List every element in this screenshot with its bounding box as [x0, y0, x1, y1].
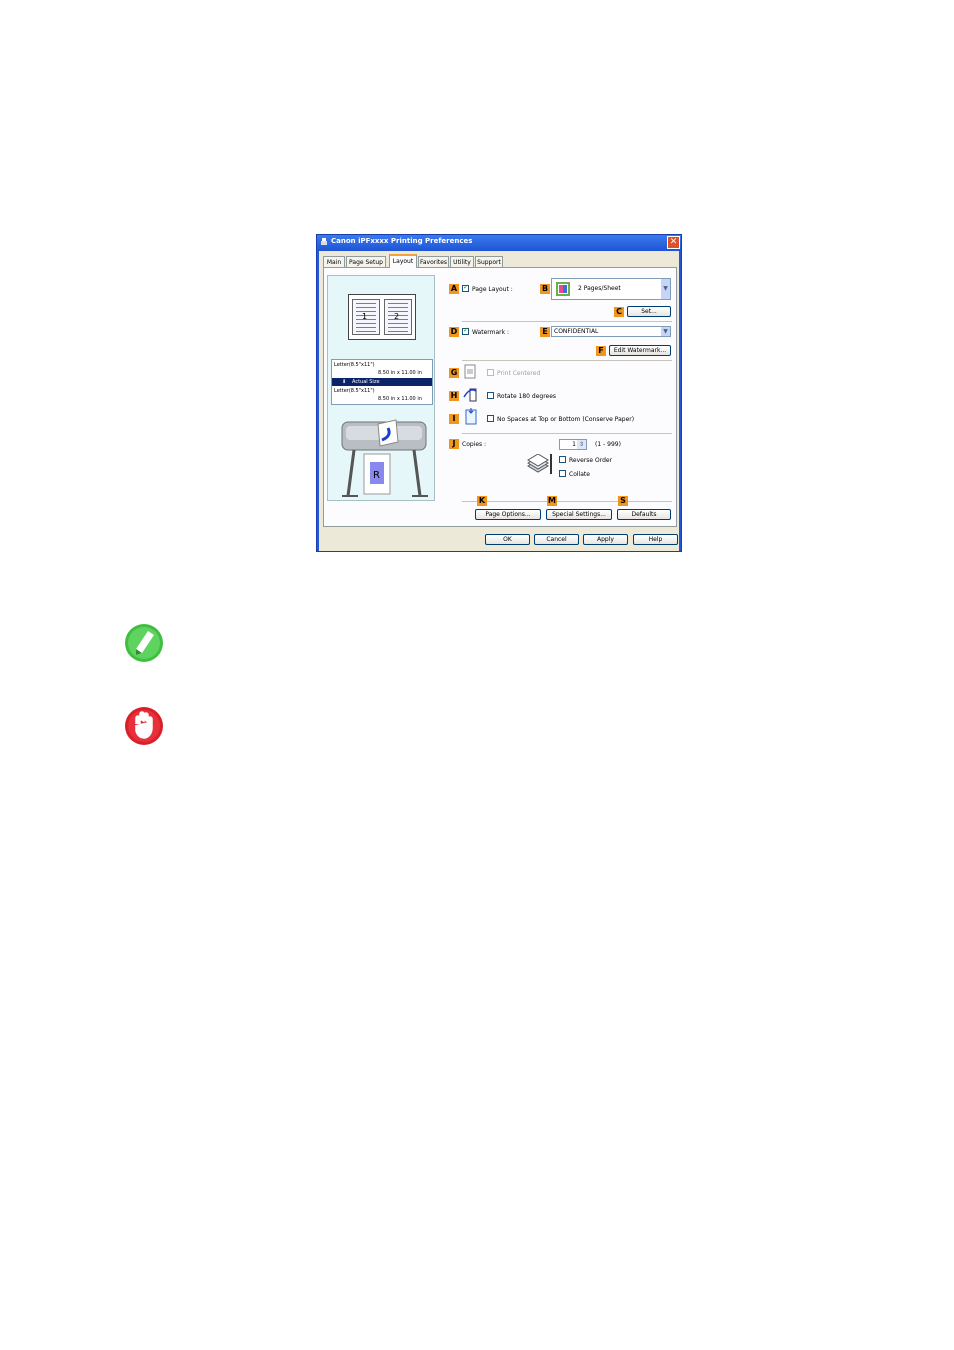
tab-favorites[interactable]: Favorites: [418, 256, 449, 267]
page-layout-select[interactable]: 2 Pages/Sheet ▼: [551, 278, 671, 300]
output-dims: 8.50 in x 11.00 in: [378, 396, 422, 402]
apply-button[interactable]: Apply: [583, 534, 628, 545]
set-button[interactable]: Set...: [627, 306, 671, 317]
reverse-order-label: Reverse Order: [569, 457, 613, 464]
note-pencil-icon: [125, 624, 163, 662]
divider: [462, 360, 672, 361]
preview-pane: 1 2 Letter(8.5"x11") 8.50 in x 11.00 in …: [327, 275, 435, 501]
important-hand-icon: [125, 707, 163, 745]
close-icon[interactable]: ✕: [667, 236, 680, 249]
rotate-180-checkbox[interactable]: [487, 392, 494, 399]
preview-page-number: 2: [394, 312, 400, 321]
preview-page-1: 1: [352, 299, 380, 335]
special-settings-button[interactable]: Special Settings...: [546, 509, 612, 520]
printer-icon: [321, 238, 327, 245]
paper-size-info: Letter(8.5"x11") 8.50 in x 11.00 in ⬇ Ac…: [331, 359, 433, 405]
divider: [462, 433, 672, 434]
badge-b: B: [540, 284, 550, 294]
watermark-checkbox[interactable]: [462, 326, 469, 335]
badge-g: G: [449, 368, 459, 378]
badge-m: M: [547, 496, 557, 506]
svg-text:R: R: [373, 470, 380, 481]
badge-d: D: [449, 327, 459, 337]
title-bar[interactable]: Canon iPFxxxx Printing Preferences ✕: [317, 235, 681, 251]
no-spaces-label: No Spaces at Top or Bottom (Conserve Pap…: [497, 416, 635, 423]
badge-a: A: [449, 284, 459, 294]
print-centered-label: Print Centered: [497, 370, 541, 377]
badge-j: J: [449, 439, 459, 449]
source-dims: 8.50 in x 11.00 in: [378, 370, 422, 376]
printer-illustration-icon: R: [341, 419, 428, 497]
page-layout-value: 2 Pages/Sheet: [578, 285, 621, 292]
tab-support[interactable]: Support: [475, 256, 503, 267]
help-button[interactable]: Help: [633, 534, 678, 545]
watermark-value: CONFIDENTIAL: [554, 328, 599, 335]
print-centered-checkbox[interactable]: [487, 369, 494, 376]
no-spaces-checkbox[interactable]: [487, 415, 494, 422]
page-options-button[interactable]: Page Options...: [475, 509, 541, 520]
divider: [462, 321, 672, 322]
cancel-button[interactable]: Cancel: [534, 534, 579, 545]
collate-checkbox[interactable]: [559, 470, 566, 477]
spin-arrows-icon[interactable]: ⇕: [577, 440, 586, 449]
pages-per-sheet-icon: [556, 282, 570, 296]
chevron-down-icon[interactable]: ▼: [661, 327, 670, 336]
no-spaces-icon: [465, 408, 477, 425]
badge-h: H: [449, 391, 459, 401]
watermark-select[interactable]: CONFIDENTIAL ▼: [551, 326, 671, 337]
rotate-180-label: Rotate 180 degrees: [497, 393, 557, 400]
badge-k: K: [477, 496, 487, 506]
scaling-value: Actual Size: [352, 379, 380, 385]
ok-button[interactable]: OK: [485, 534, 530, 545]
badge-c: C: [614, 307, 624, 317]
defaults-button[interactable]: Defaults: [617, 509, 671, 520]
watermark-label: Watermark :: [472, 329, 510, 336]
copies-value: 1: [572, 441, 576, 448]
preview-page-number: 1: [362, 312, 368, 321]
badge-f: F: [596, 346, 606, 356]
collate-label: Collate: [569, 471, 590, 478]
divider: [462, 501, 672, 502]
reverse-order-checkbox[interactable]: [559, 456, 566, 463]
tab-layout[interactable]: Layout: [389, 254, 417, 268]
dialog-client-area: Main Page Setup Layout Favorites Utility…: [319, 251, 679, 551]
preview-page-2: 2: [384, 299, 412, 335]
printing-preferences-dialog: Canon iPFxxxx Printing Preferences ✕ Mai…: [316, 234, 682, 552]
copies-stepper[interactable]: 1 ⇕: [559, 439, 587, 450]
collate-stack-icon: [527, 454, 552, 474]
rotate-icon: [463, 388, 477, 402]
badge-s: S: [618, 496, 628, 506]
scaling-row: ⬇ Actual Size: [332, 378, 432, 386]
copies-label: Copies :: [462, 441, 487, 448]
window-title: Canon iPFxxxx Printing Preferences: [331, 237, 473, 245]
down-arrow-icon: ⬇: [342, 379, 347, 385]
output-size: Letter(8.5"x11"): [334, 388, 375, 394]
badge-e: E: [540, 327, 550, 337]
page-layout-checkbox[interactable]: [462, 283, 469, 292]
tab-main[interactable]: Main: [323, 256, 345, 267]
tab-page-setup[interactable]: Page Setup: [346, 256, 386, 267]
layout-preview-sheet: 1 2: [348, 294, 416, 340]
chevron-down-icon[interactable]: ▼: [661, 279, 670, 299]
source-size: Letter(8.5"x11"): [334, 362, 375, 368]
print-centered-icon: [464, 364, 476, 379]
edit-watermark-button[interactable]: Edit Watermark...: [609, 345, 671, 356]
page-layout-label: Page Layout :: [472, 286, 513, 293]
tab-utility[interactable]: Utility: [450, 256, 474, 267]
badge-i: I: [449, 414, 459, 424]
copies-range: (1 - 999): [595, 441, 621, 448]
